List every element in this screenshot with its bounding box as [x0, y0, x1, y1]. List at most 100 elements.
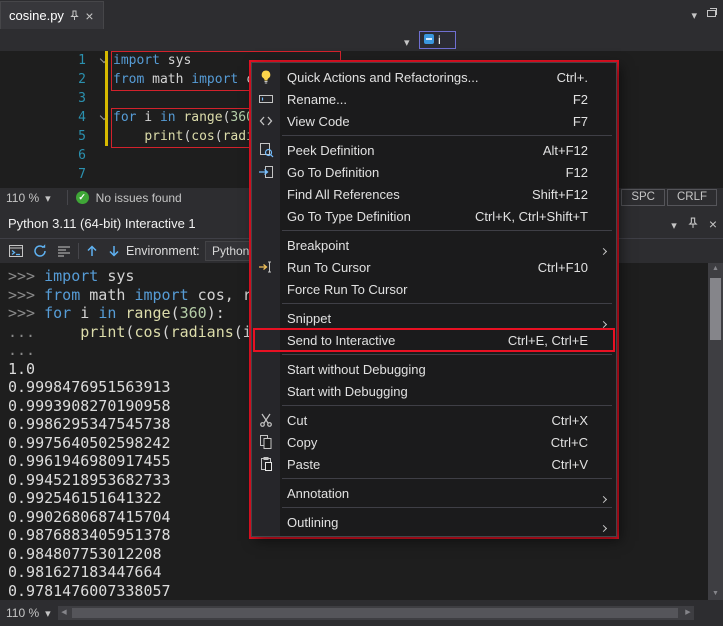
interactive-panel-title: Python 3.11 (64-bit) Interactive 1: [8, 209, 196, 238]
menu-item-shortcut: Alt+F12: [543, 143, 616, 158]
menu-item-send-to-interactive[interactable]: Send to InteractiveCtrl+E, Ctrl+E: [252, 329, 616, 351]
menu-item-shortcut: Ctrl+V: [552, 457, 616, 472]
menu-item-label: Start with Debugging: [280, 384, 588, 399]
code-token: 0.9993908270190958: [8, 397, 171, 415]
code-token: >>>: [8, 267, 44, 285]
menu-item-peek-definition[interactable]: Peek DefinitionAlt+F12: [252, 139, 616, 161]
fold-chevron-icon[interactable]: [94, 51, 113, 70]
interactive-window-icon[interactable]: [8, 243, 24, 259]
code-token: math: [80, 286, 134, 304]
history-next-icon[interactable]: [106, 243, 122, 259]
history-previous-icon[interactable]: [84, 243, 100, 259]
menu-item-outlining[interactable]: Outlining: [252, 511, 616, 533]
line-number: 2: [0, 70, 94, 89]
fold-chevron-icon[interactable]: [94, 108, 113, 127]
tab-list-chevron-icon[interactable]: [691, 7, 697, 22]
menu-separator: [282, 135, 612, 136]
float-window-icon[interactable]: [705, 6, 719, 23]
close-icon[interactable]: [82, 8, 97, 23]
scrollbar-thumb[interactable]: [710, 278, 721, 340]
menu-item-label: Rename...: [280, 92, 573, 107]
code-token: print: [144, 129, 183, 144]
menu-item-label: Start without Debugging: [280, 362, 588, 377]
window-menu-chevron-icon[interactable]: [671, 217, 677, 232]
menu-item-run-to-cursor[interactable]: Run To CursorCtrl+F10: [252, 256, 616, 278]
code-token: cos: [134, 323, 161, 341]
horizontal-scrollbar[interactable]: [58, 606, 694, 620]
interactive-line: 0.981627183447664: [8, 563, 708, 582]
scope-combobox[interactable]: i: [419, 31, 456, 49]
issues-check-icon[interactable]: [76, 191, 89, 204]
code-token: for: [44, 304, 71, 322]
zoom-chevron-icon[interactable]: [45, 606, 51, 620]
code-token: ...: [8, 323, 44, 341]
menu-item-shortcut: Ctrl+F10: [538, 260, 616, 275]
interactive-line: 0.9781476007338057: [8, 582, 708, 601]
menu-item-force-run-to-cursor[interactable]: Force Run To Cursor: [252, 278, 616, 300]
scroll-right-icon[interactable]: [682, 606, 694, 620]
nav-dropdown-chevron-icon[interactable]: [404, 34, 410, 49]
menu-item-label: Run To Cursor: [280, 260, 538, 275]
zoom-chevron-icon[interactable]: [45, 191, 51, 205]
submenu-arrow-icon: [601, 490, 606, 505]
menu-item-label: Outlining: [280, 515, 588, 530]
editor-zoom-value: 110 %: [6, 191, 39, 205]
line-number: 3: [0, 89, 94, 108]
scroll-down-icon[interactable]: [708, 588, 723, 600]
close-icon[interactable]: [709, 217, 717, 232]
line-number: 6: [0, 146, 94, 165]
reset-icon[interactable]: [32, 243, 48, 259]
menu-item-start-with-debugging[interactable]: Start with Debugging: [252, 380, 616, 402]
menu-item-paste[interactable]: PasteCtrl+V: [252, 453, 616, 475]
menu-item-breakpoint[interactable]: Breakpoint: [252, 234, 616, 256]
tab-cosine-py[interactable]: cosine.py: [0, 1, 104, 29]
menu-item-rename[interactable]: Rename...F2: [252, 88, 616, 110]
space-indicator[interactable]: SPC: [621, 189, 665, 206]
menu-item-shortcut: Ctrl+C: [551, 435, 616, 450]
menu-item-annotation[interactable]: Annotation: [252, 482, 616, 504]
menu-item-find-all-references[interactable]: Find All ReferencesShift+F12: [252, 183, 616, 205]
context-menu-items: Quick Actions and Refactorings...Ctrl+.R…: [252, 66, 616, 533]
clear-screen-icon[interactable]: [56, 243, 72, 259]
menu-item-start-without-debugging[interactable]: Start without Debugging: [252, 358, 616, 380]
menu-item-copy[interactable]: CopyCtrl+C: [252, 431, 616, 453]
menu-item-label: Go To Type Definition: [280, 209, 475, 224]
menu-item-snippet[interactable]: Snippet: [252, 307, 616, 329]
scroll-up-icon[interactable]: [708, 263, 723, 275]
menu-separator: [282, 507, 612, 508]
editor-zoom-control[interactable]: 110 %: [0, 191, 59, 205]
vertical-scrollbar[interactable]: [708, 263, 723, 600]
code-token: 1.0: [8, 360, 35, 378]
go-to-definition-icon: [252, 164, 280, 180]
line-ending-indicator[interactable]: CRLF: [667, 189, 717, 206]
menu-item-go-to-type-definition[interactable]: Go To Type DefinitionCtrl+K, Ctrl+Shift+…: [252, 205, 616, 227]
code-token: (: [215, 129, 223, 144]
code-token: radians: [171, 323, 234, 341]
copy-icon: [252, 434, 280, 450]
menu-item-go-to-definition[interactable]: Go To DefinitionF12: [252, 161, 616, 183]
tab-strip: cosine.py: [0, 0, 723, 29]
environment-label: Environment:: [126, 239, 200, 264]
menu-item-label: Paste: [280, 457, 552, 472]
context-menu: Quick Actions and Refactorings...Ctrl+.R…: [251, 62, 617, 537]
pin-icon[interactable]: [687, 217, 699, 232]
code-token: import: [191, 72, 238, 87]
menu-item-label: Find All References: [280, 187, 532, 202]
menu-item-shortcut: F7: [573, 114, 616, 129]
code-token: range: [125, 304, 170, 322]
scrollbar-thumb[interactable]: [72, 608, 678, 618]
menu-item-shortcut: Ctrl+E, Ctrl+E: [508, 333, 616, 348]
scroll-left-icon[interactable]: [58, 606, 70, 620]
menu-item-label: View Code: [280, 114, 573, 129]
menu-item-cut[interactable]: CutCtrl+X: [252, 409, 616, 431]
pin-icon[interactable]: [67, 8, 82, 23]
line-number: 7: [0, 165, 94, 184]
line-number: 4: [0, 108, 94, 127]
menu-item-label: Quick Actions and Refactorings...: [280, 70, 557, 85]
menu-item-label: Snippet: [280, 311, 588, 326]
code-token: import: [134, 286, 188, 304]
code-token: i: [71, 304, 98, 322]
interactive-zoom-control[interactable]: 110 %: [6, 606, 51, 620]
menu-item-quick-actions-and-refactorings[interactable]: Quick Actions and Refactorings...Ctrl+.: [252, 66, 616, 88]
menu-item-view-code[interactable]: View CodeF7: [252, 110, 616, 132]
